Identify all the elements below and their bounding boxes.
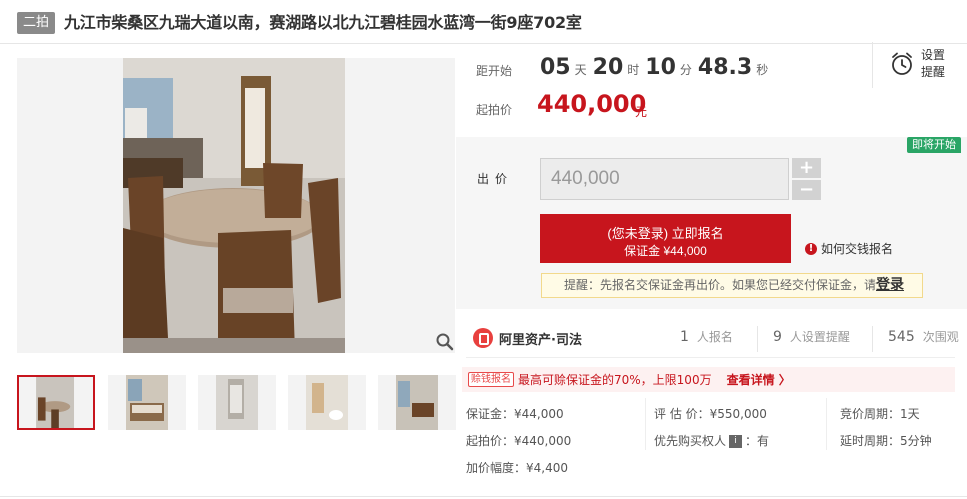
start-price-value: 440,000 — [537, 90, 647, 118]
register-button[interactable]: (您未登录) 立即报名 保证金 ¥44,000 — [540, 214, 791, 263]
credit-promo-banner: 赊钱报名 最高可赊保证金的70%，上限100万 查看详情 〉 — [462, 367, 955, 392]
platform-brand[interactable]: 阿里资产·司法 — [473, 328, 582, 348]
countdown-hours-unit: 时 — [627, 63, 640, 77]
reminder-count-label: 人设置提醒 — [789, 330, 850, 344]
thumbnail-5[interactable] — [378, 375, 456, 430]
platform-name: 阿里资产·司法 — [499, 332, 582, 348]
main-photo[interactable] — [17, 58, 455, 353]
countdown-days-unit: 天 — [574, 63, 587, 77]
login-link[interactable]: 登录 — [876, 277, 904, 293]
hint-text: 提醒：先报名交保证金再出价。如果您已经交付保证金，请 — [564, 278, 877, 292]
increase-bid-button[interactable]: + — [792, 158, 821, 178]
decrease-bid-button[interactable]: − — [792, 180, 821, 200]
countdown-hours: 20 — [592, 55, 624, 80]
how-to-pay-link[interactable]: ! 如何交钱报名 — [805, 240, 893, 257]
increment-info: 加价幅度：¥4,400 — [466, 461, 568, 475]
magnifier-icon — [436, 333, 454, 351]
title-bar: 二拍 九江市柴桑区九瑞大道以南，赛湖路以北九江碧桂园水蓝湾一街9座702室 — [0, 0, 967, 44]
priority-value: ：有 — [745, 434, 770, 448]
appraisal-info: 评 估 价：¥550,000 — [654, 407, 767, 421]
zoom-button[interactable] — [433, 330, 455, 352]
stats-divider — [757, 326, 758, 352]
alarm-clock-icon — [892, 52, 912, 75]
signup-count: 1 人报名 — [680, 328, 733, 345]
start-price-info: 起拍价：¥440,000 — [466, 434, 572, 448]
thumbnail-1[interactable] — [17, 375, 95, 430]
deposit-info: 保证金：¥44,000 — [466, 407, 564, 421]
bottom-divider — [0, 496, 967, 497]
promo-text: 最高可赊保证金的70%，上限100万 — [518, 373, 712, 387]
thumbnail-4[interactable] — [288, 375, 366, 430]
thumbnail-5-image — [378, 375, 456, 430]
login-hint: 提醒：先报名交保证金再出价。如果您已经交付保证金，请登录 — [541, 273, 923, 298]
countdown-label: 距开始 — [476, 64, 513, 78]
thumbnail-2[interactable] — [108, 375, 186, 430]
priority-help-icon[interactable]: i — [729, 435, 743, 448]
stats-divider — [872, 326, 873, 352]
countdown-seconds: 48.3 — [697, 55, 753, 80]
credit-tag: 赊钱报名 — [468, 372, 514, 387]
start-price-unit: 元 — [635, 105, 648, 119]
signup-count-label: 人报名 — [696, 330, 733, 344]
bidding-period-info: 竞价周期：1天 — [840, 407, 920, 421]
facts-divider — [826, 398, 827, 450]
view-count: 545 次围观 — [888, 328, 959, 345]
register-button-label: (您未登录) 立即报名 — [607, 226, 724, 241]
info-icon: ! — [805, 242, 817, 255]
view-count-label: 次围观 — [922, 330, 959, 344]
facts-divider — [645, 398, 646, 450]
countdown-minutes: 10 — [645, 55, 676, 80]
view-details-link[interactable]: 查看详情 〉 — [727, 371, 791, 388]
thumbnail-3-image — [198, 375, 276, 430]
countdown-seconds-unit: 秒 — [756, 63, 769, 77]
auction-round-badge: 二拍 — [17, 12, 55, 34]
delay-period-info: 延时周期：5分钟 — [840, 434, 932, 448]
thumbnail-4-image — [288, 375, 366, 430]
start-price-label: 起拍价 — [476, 103, 513, 117]
countdown-minutes-unit: 分 — [679, 63, 692, 77]
bid-label: 出价 — [477, 172, 514, 186]
thumbnail-2-image — [108, 375, 186, 430]
set-reminder-button[interactable]: 设置提醒 — [872, 42, 954, 88]
reminder-label: 设置提醒 — [921, 48, 946, 79]
register-deposit-label: 保证金 ¥44,000 — [624, 244, 707, 258]
countdown-days: 05 — [540, 55, 571, 80]
reminder-count: 9 人设置提醒 — [773, 328, 850, 345]
bid-amount-input[interactable] — [540, 158, 789, 200]
countdown: 05 天 20 时 10 分 48.3 秒 — [540, 55, 774, 81]
reminder-count-value: 9 — [773, 329, 782, 345]
ali-assets-logo-icon — [473, 328, 493, 348]
dining-room-photo — [17, 58, 455, 353]
priority-label: 优先购买权人 — [654, 434, 727, 448]
how-to-pay-label: 如何交钱报名 — [821, 242, 894, 256]
status-badge: 即将开始 — [907, 137, 961, 153]
view-count-value: 545 — [888, 329, 915, 345]
page-title: 九江市柴桑区九瑞大道以南，赛湖路以北九江碧桂园水蓝湾一街9座702室 — [64, 13, 582, 32]
section-divider — [466, 357, 955, 358]
priority-buyer-info: 优先购买权人 i ：有 — [654, 432, 769, 449]
signup-count-value: 1 — [680, 329, 689, 345]
thumbnail-1-image — [19, 377, 93, 428]
thumbnail-3[interactable] — [198, 375, 276, 430]
